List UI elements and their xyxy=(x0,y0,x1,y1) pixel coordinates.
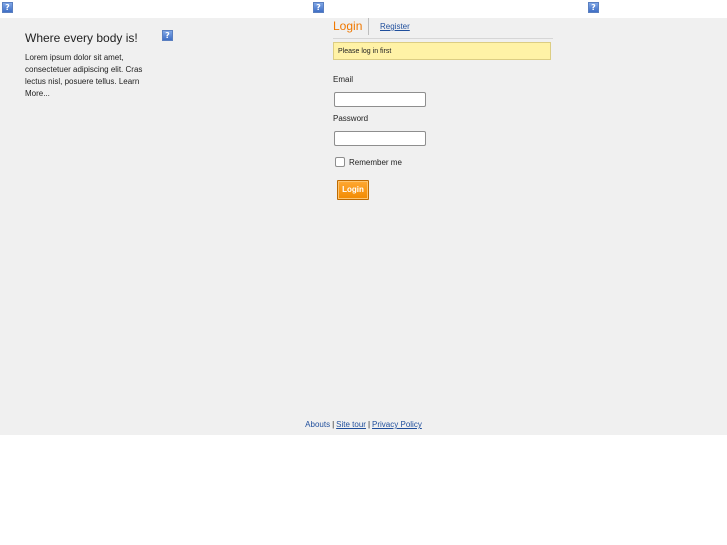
main-panel: Where every body is! ? Lorem ipsum dolor… xyxy=(0,18,727,435)
broken-image-icon: ? xyxy=(162,30,173,41)
broken-image-icon: ? xyxy=(588,2,599,13)
footer-link-privacy-policy[interactable]: Privacy Policy xyxy=(372,420,422,429)
email-field[interactable] xyxy=(334,92,426,107)
password-label: Password xyxy=(333,114,369,123)
password-field[interactable] xyxy=(334,131,426,146)
footer-link-abouts[interactable]: Abouts xyxy=(305,420,330,429)
broken-image-icon: ? xyxy=(2,2,13,13)
tab-register[interactable]: Register xyxy=(380,22,410,31)
broken-image-icon: ? xyxy=(313,2,324,13)
remember-me-checkbox[interactable] xyxy=(335,157,345,167)
tab-login[interactable]: Login xyxy=(333,18,370,35)
intro-blurb: Lorem ipsum dolor sit amet, consectetuer… xyxy=(25,53,143,98)
login-button[interactable]: Login xyxy=(337,180,369,200)
auth-tabs: Login Register xyxy=(333,18,553,39)
footer-separator: | xyxy=(332,420,335,429)
footer-link-site-tour[interactable]: Site tour xyxy=(336,420,366,429)
footer-links: Abouts | Site tour | Privacy Policy xyxy=(0,420,727,429)
remember-me-label: Remember me xyxy=(349,158,402,167)
footer-separator: | xyxy=(367,420,371,429)
email-label: Email xyxy=(333,75,354,84)
page: ? ? ? Where every body is! ? Lorem ipsum… xyxy=(0,0,727,545)
tagline: Where every body is! xyxy=(25,31,138,45)
top-bar: ? ? ? xyxy=(0,0,727,18)
login-notice: Please log in first xyxy=(333,42,551,60)
